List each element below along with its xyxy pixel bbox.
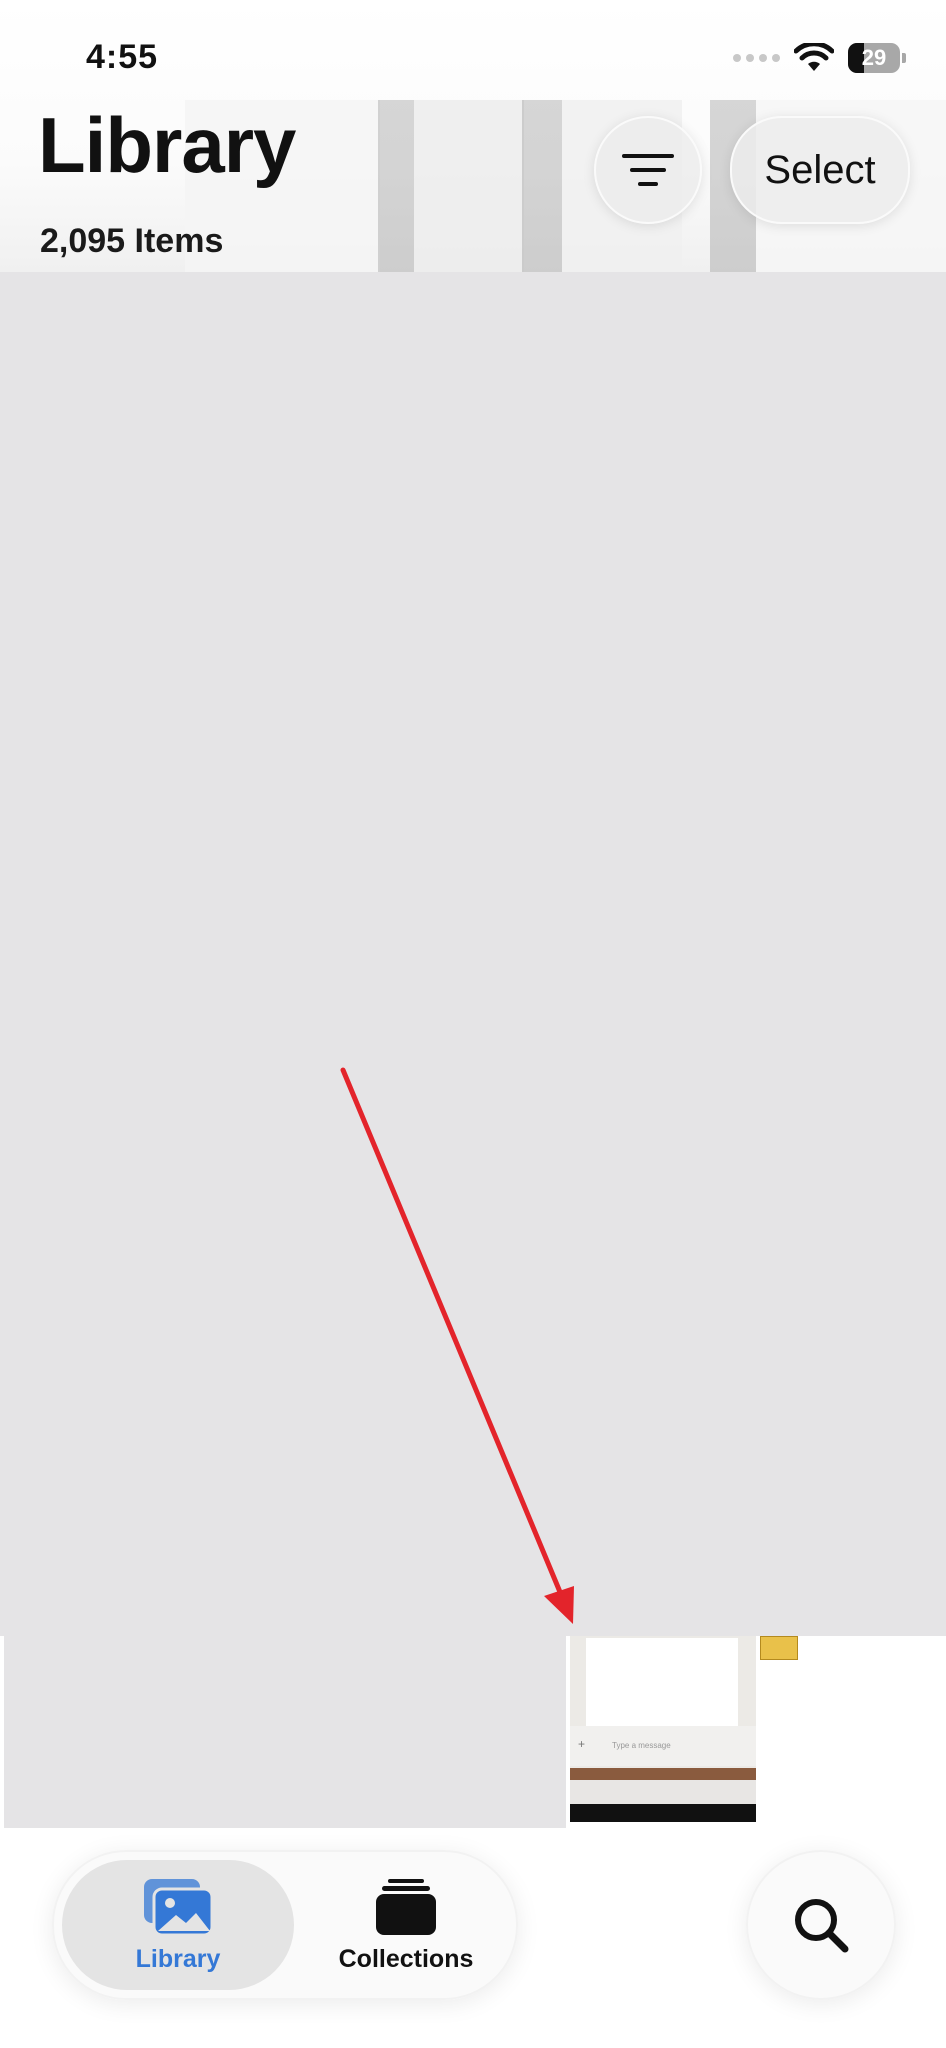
tab-library[interactable]: Library xyxy=(62,1860,294,1990)
tab-bar: Library Collections xyxy=(52,1850,518,2000)
collections-stack-icon xyxy=(376,1878,436,1935)
tab-library-label: Library xyxy=(135,1944,221,1973)
photo-library-icon xyxy=(144,1878,214,1936)
tab-collections[interactable]: Collections xyxy=(306,1860,506,1990)
annotation-arrow xyxy=(340,1067,574,1624)
tab-collections-label: Collections xyxy=(338,1944,474,1973)
search-icon xyxy=(795,1899,849,1953)
search-button[interactable] xyxy=(746,1850,896,2000)
